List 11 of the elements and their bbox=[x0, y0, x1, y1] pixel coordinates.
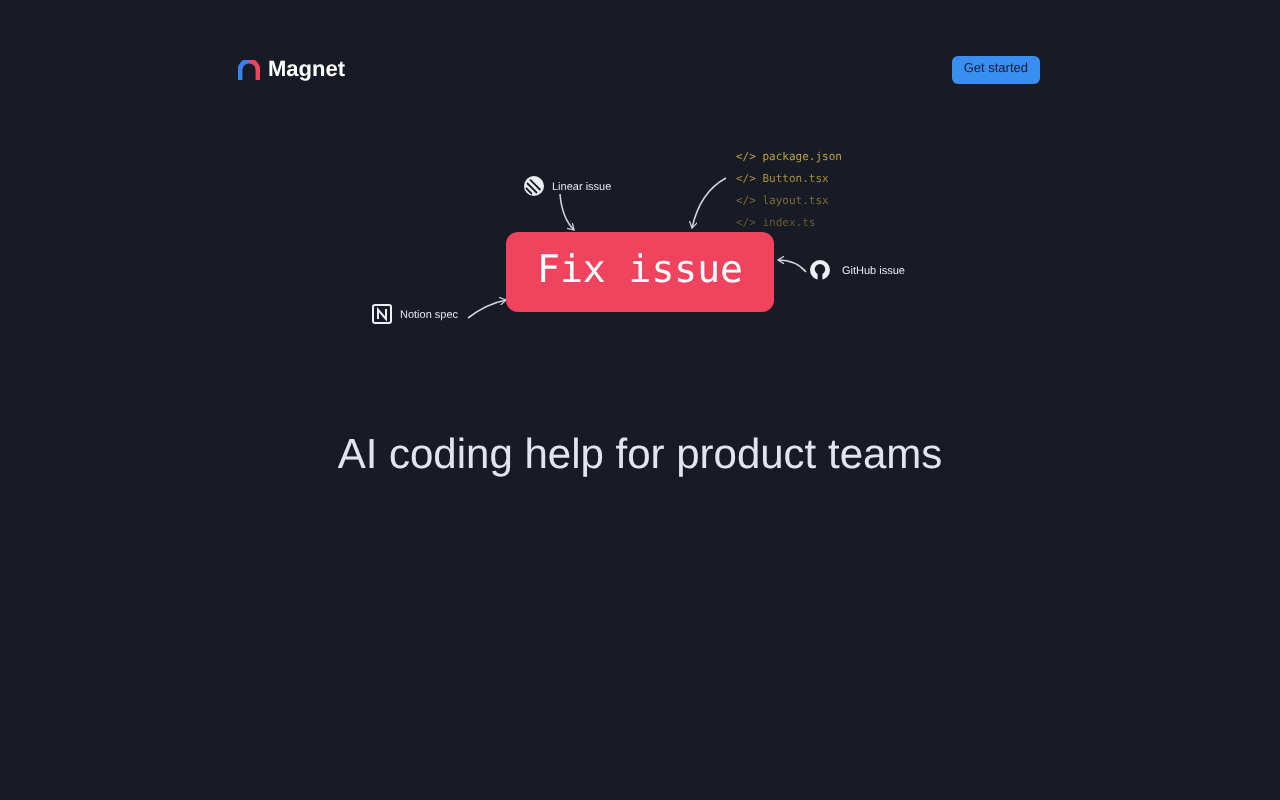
brand-name: Magnet bbox=[268, 56, 345, 86]
headline: AI coding help for product teams bbox=[335, 429, 945, 481]
arrow bbox=[559, 192, 575, 230]
arrow bbox=[467, 295, 507, 318]
github-icon bbox=[810, 259, 830, 279]
magnet-icon bbox=[238, 60, 260, 81]
arrow bbox=[777, 254, 807, 272]
arrow bbox=[689, 176, 727, 228]
notion-icon bbox=[372, 303, 392, 323]
fix-issue-card: Fix issue bbox=[506, 231, 774, 311]
striped-circle-icon bbox=[524, 175, 544, 195]
